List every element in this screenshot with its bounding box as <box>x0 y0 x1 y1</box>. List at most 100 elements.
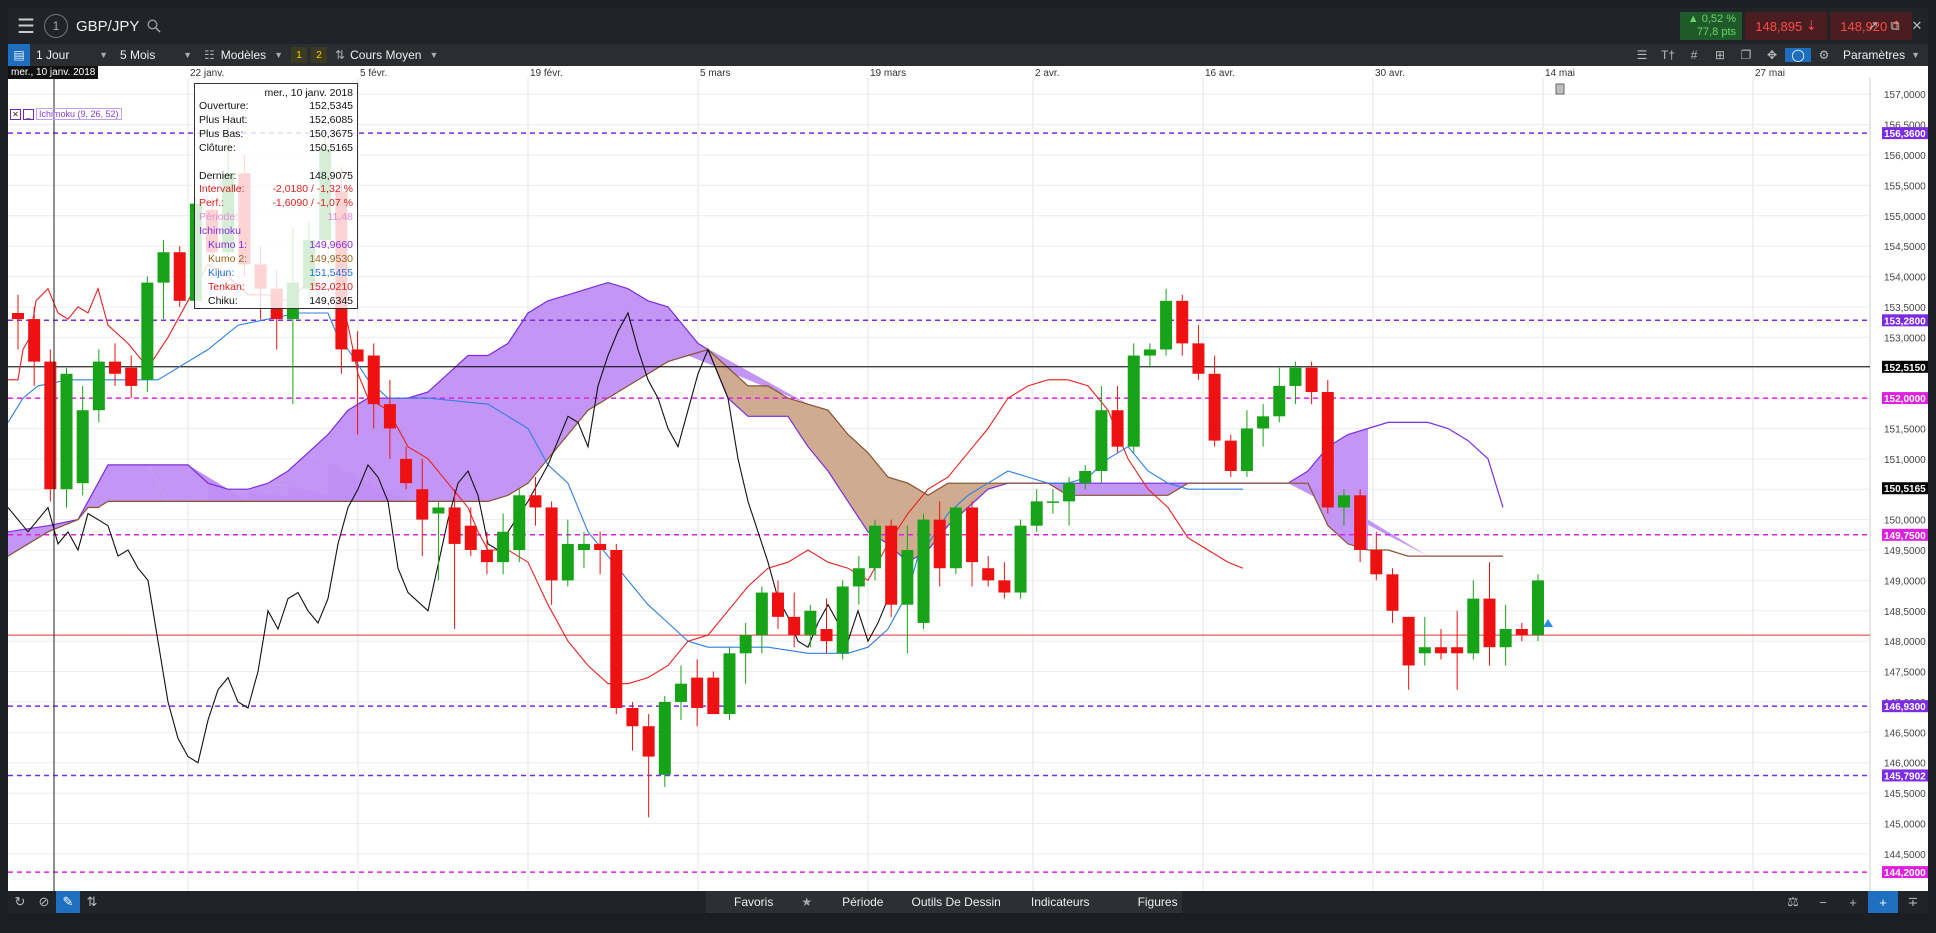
label: Plus Haut: <box>199 113 248 126</box>
info-circle-icon[interactable]: 1 <box>44 14 68 38</box>
kumo-bear-segment <box>748 385 768 417</box>
document-icon[interactable]: ☰ <box>1629 48 1655 62</box>
pencil-icon[interactable]: ✎ <box>56 891 80 913</box>
candle-bear <box>642 726 655 757</box>
candle-bull <box>674 683 687 702</box>
label: Perf.: <box>199 197 225 210</box>
candle-bear <box>1354 495 1367 550</box>
value: 150,5165 <box>309 141 353 154</box>
kumo-bull-segment <box>588 282 608 411</box>
search-icon[interactable] <box>145 17 163 35</box>
minimize-icon[interactable]: ↗ <box>1862 8 1884 44</box>
drawing-tools-button[interactable]: Outils De Dessin <box>911 895 1000 909</box>
layout-2-button[interactable]: 2 <box>311 47 328 63</box>
candle-bear <box>1176 300 1189 344</box>
favorites-button[interactable]: Favoris <box>734 895 773 909</box>
x-tick-label: 19 févr. <box>530 68 563 79</box>
label: Kumo 1: <box>208 239 248 252</box>
indicator-tag[interactable]: Ichimoku (9, 26, 52) <box>36 108 122 120</box>
gear-icon[interactable]: ⚙ <box>1811 48 1837 62</box>
close-icon[interactable]: ✕ <box>1906 8 1928 44</box>
layout-1-button[interactable]: 1 <box>291 47 308 63</box>
x-tick-label: 30 avr. <box>1375 68 1405 79</box>
candle-bull <box>869 525 882 569</box>
candle-bear <box>448 507 461 544</box>
value: -1,6090 / -1,07 % <box>272 197 353 210</box>
symbol-name[interactable]: GBP/JPY <box>76 18 139 35</box>
candle-bear <box>691 677 704 708</box>
price-tag-label: 152,0000 <box>1884 394 1926 405</box>
star-icon[interactable]: ★ <box>801 895 812 909</box>
collapse-indicator-icon[interactable]: _ <box>23 108 34 120</box>
candle-bear <box>173 252 186 301</box>
candle-bear <box>1224 440 1237 471</box>
candle-bear <box>820 629 833 642</box>
y-tick-label: 153,0000 <box>1884 333 1926 344</box>
candle-bull <box>804 610 817 636</box>
layers-icon[interactable]: ❐ <box>1733 48 1759 62</box>
label: Période: <box>199 211 239 224</box>
value: -2,0180 / -1,32 % <box>272 183 353 196</box>
models-icon: ☷ <box>204 48 215 62</box>
fit-icon[interactable]: ∓ <box>1898 891 1928 913</box>
candle-bear <box>464 525 477 550</box>
range-select[interactable]: 5 Mois ▼ <box>114 44 198 66</box>
candle-bull <box>1467 598 1480 654</box>
models-select[interactable]: ☷ Modèles ▼ <box>198 44 289 66</box>
candle-bear <box>28 319 41 362</box>
candle-bear <box>1515 629 1528 636</box>
list-icon[interactable]: ▤ <box>8 44 30 66</box>
candle-bull <box>1063 483 1076 502</box>
grid-icon[interactable]: # <box>1681 48 1707 62</box>
figures-button[interactable]: Figures <box>1138 895 1178 909</box>
x-tick-label: 16 avr. <box>1205 68 1235 79</box>
chart-area[interactable]: 22 janv. 5 févr. 19 févr. 5 mars 19 mars 2 av… <box>8 66 1928 891</box>
value: 150,3675 <box>309 127 353 140</box>
text-size-icon[interactable]: T† <box>1655 48 1681 62</box>
scale-icon[interactable]: ⚖ <box>1778 891 1808 913</box>
crosshair-add-icon[interactable]: + <box>1868 891 1898 913</box>
settings-button[interactable]: Paramètres <box>1837 44 1911 66</box>
remove-indicator-icon[interactable]: ✕ <box>10 108 21 120</box>
kumo-bull-segment <box>448 355 468 502</box>
bottom-menu: Favoris ★ Période Outils De Dessin Indic… <box>706 891 1182 913</box>
interval-label: 1 Jour <box>36 48 70 62</box>
candle-bull <box>1030 501 1043 526</box>
tooltip-ichimoku: Ichimoku <box>199 225 353 239</box>
popout-icon[interactable]: ⧉ <box>1884 8 1906 44</box>
kumo-bull-segment <box>508 313 528 496</box>
value: 11,48 <box>327 211 354 224</box>
tooltip-kumo1: Kumo 1: 149,9660 <box>199 239 353 253</box>
price-tag-label: 149,7500 <box>1884 531 1926 542</box>
indicators-button[interactable]: Indicateurs <box>1031 895 1090 909</box>
candle-bear <box>1208 373 1221 441</box>
interval-select[interactable]: 1 Jour ▼ <box>30 44 114 66</box>
candle-bear <box>1192 343 1205 374</box>
refresh-icon[interactable]: ↻ <box>8 891 32 913</box>
crosshair-grid-icon[interactable]: ⊞ <box>1707 48 1733 62</box>
move-icon[interactable]: ⇅ <box>80 891 104 913</box>
zoom-in-icon[interactable]: + <box>1838 891 1868 913</box>
hamburger-icon[interactable]: ☰ <box>8 8 44 44</box>
y-tick-label: 149,5000 <box>1884 546 1926 557</box>
zoom-out-icon[interactable]: − <box>1808 891 1838 913</box>
event-marker-icon <box>1555 83 1565 95</box>
candle-bull <box>1046 501 1059 503</box>
candle-bear <box>1386 574 1399 611</box>
tooltip-close: Clôture: 150,5165 <box>199 142 353 156</box>
tooltip-extra: Période: 11,48 <box>199 211 353 225</box>
crosshair-icon[interactable]: ✥ <box>1759 48 1785 62</box>
candle-bear <box>545 507 558 581</box>
sell-price-button[interactable]: 148,895 ⇣ <box>1745 12 1827 40</box>
block-icon[interactable]: ⊘ <box>32 891 56 913</box>
candle-bear <box>351 349 364 362</box>
tag-icon[interactable]: ◯ <box>1785 48 1812 62</box>
x-tick-label: 5 mars <box>700 68 731 79</box>
y-tick-label: 154,5000 <box>1884 242 1926 253</box>
value: 151,5455 <box>309 266 353 279</box>
period-button[interactable]: Période <box>842 895 883 909</box>
candle-bull <box>901 550 914 605</box>
price-type-select[interactable]: ⇅ Cours Moyen ▼ <box>329 44 444 66</box>
label: Tenkan: <box>208 280 245 293</box>
candle-bull <box>1532 580 1544 636</box>
